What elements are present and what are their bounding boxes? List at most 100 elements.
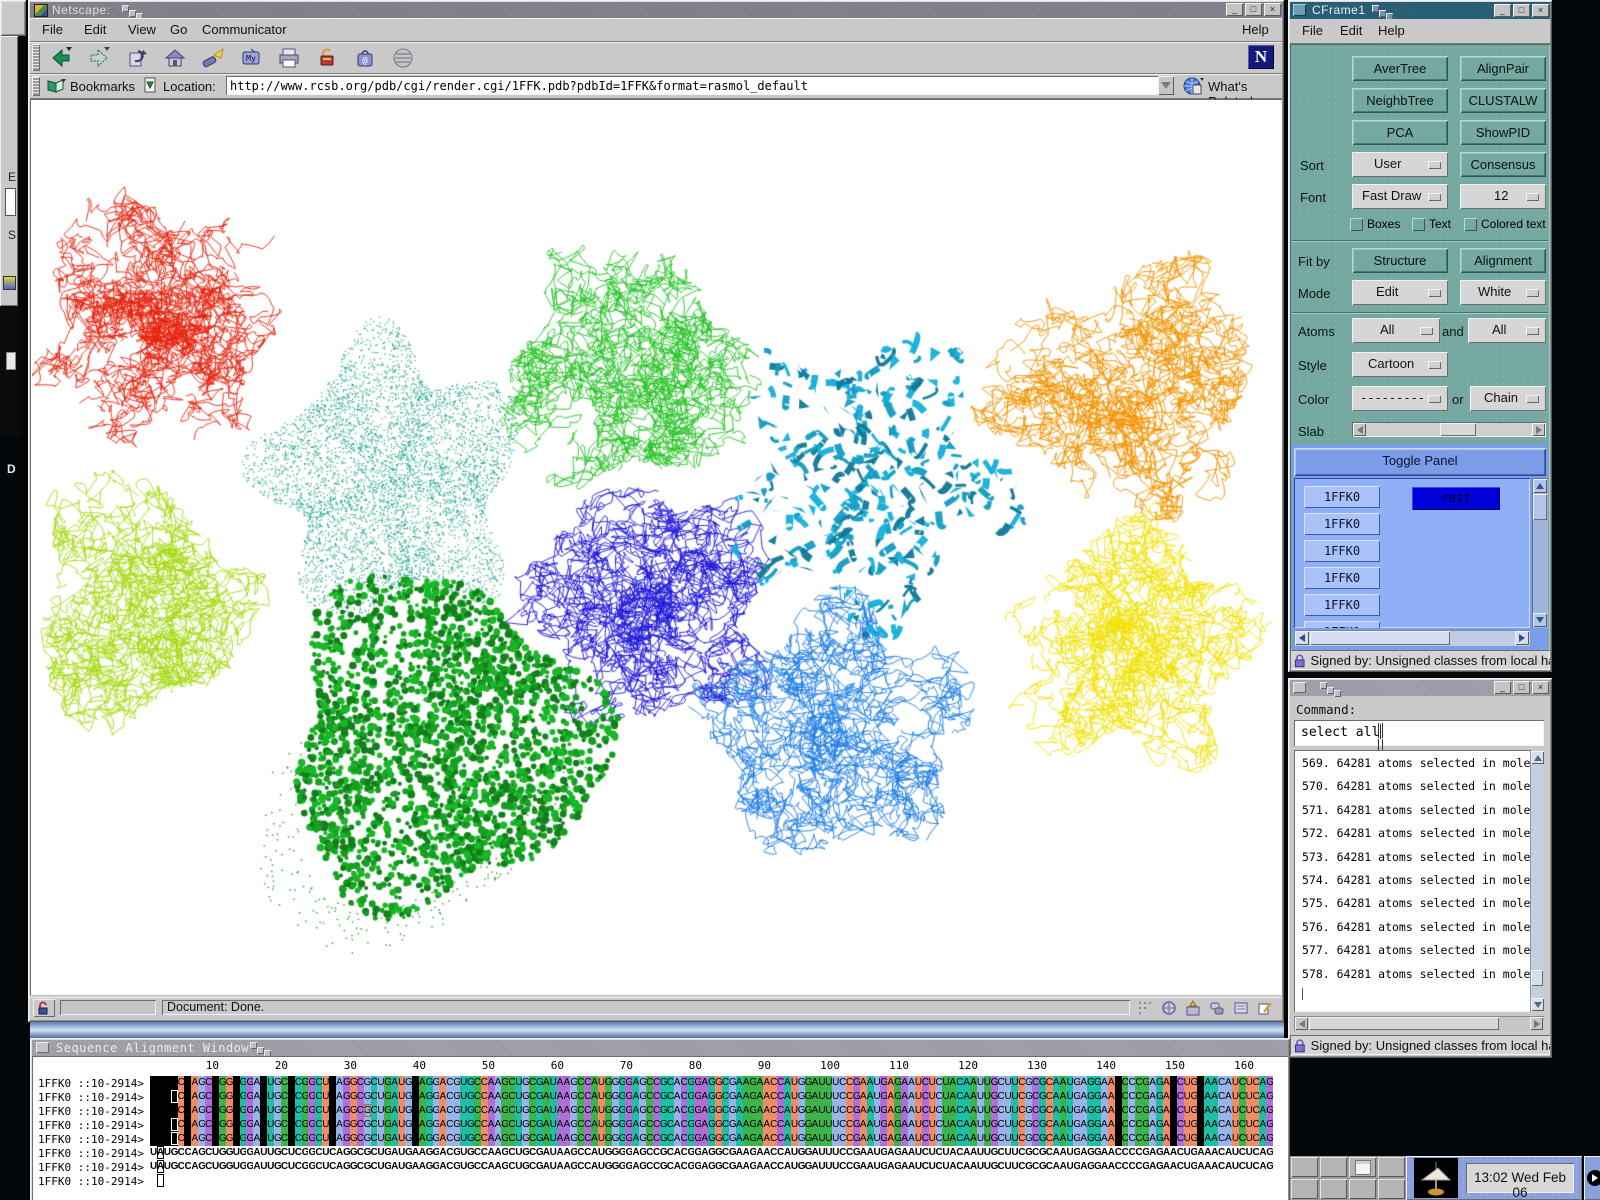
forward-button[interactable] bbox=[82, 44, 116, 72]
slab-right-arrow[interactable] bbox=[1532, 423, 1545, 436]
minimize-button[interactable]: _ bbox=[1494, 681, 1511, 694]
consensus-button[interactable]: Consensus bbox=[1460, 152, 1546, 177]
security-status-button[interactable] bbox=[33, 999, 55, 1017]
composer-button[interactable] bbox=[1256, 1000, 1274, 1016]
sequence-content[interactable]: 102030405060708090100110120130140150160 … bbox=[32, 1056, 1288, 1200]
lamp-applet[interactable] bbox=[1414, 1158, 1458, 1198]
pager-button[interactable] bbox=[1378, 1157, 1405, 1177]
style-dropdown[interactable]: Cartoon bbox=[1352, 352, 1448, 377]
sort-dropdown[interactable]: User bbox=[1352, 152, 1448, 177]
pager-button[interactable] bbox=[1349, 1179, 1376, 1199]
search-button[interactable] bbox=[196, 44, 230, 72]
boxes-checkbox[interactable] bbox=[1350, 218, 1363, 231]
menu-help[interactable]: Help bbox=[1378, 23, 1405, 38]
print-button[interactable] bbox=[272, 44, 306, 72]
rest-button[interactable]: rest bbox=[1412, 487, 1500, 510]
avertree-button[interactable]: AverTree bbox=[1352, 56, 1448, 81]
slab-slider[interactable] bbox=[1352, 422, 1546, 437]
minimize-button[interactable]: _ bbox=[1494, 4, 1511, 17]
bookmarks-icon[interactable] bbox=[46, 77, 66, 94]
toolbar-grip[interactable] bbox=[32, 44, 40, 71]
home-button[interactable] bbox=[158, 44, 192, 72]
command-input[interactable]: select all bbox=[1294, 720, 1544, 746]
minimize-button[interactable]: _ bbox=[1226, 3, 1243, 16]
command-hscrollbar[interactable] bbox=[1294, 1016, 1544, 1031]
panel-item-1ffk0[interactable]: 1FFK0 bbox=[1304, 513, 1380, 535]
menu-edit[interactable]: Edit bbox=[84, 22, 106, 37]
clustalw-button[interactable]: CLUSTALW bbox=[1460, 88, 1546, 113]
sequence-window-titlebar[interactable]: Sequence Alignment Window bbox=[32, 1040, 1288, 1056]
slab-thumb[interactable] bbox=[1440, 423, 1476, 436]
whats-related-icon[interactable] bbox=[1182, 76, 1204, 96]
command-output[interactable]: 569. 64281 atoms selected in molecule 05… bbox=[1294, 750, 1544, 1012]
maximize-button[interactable]: □ bbox=[1245, 3, 1262, 16]
toggle-panel-button[interactable]: Toggle Panel bbox=[1294, 448, 1546, 476]
close-button[interactable]: × bbox=[1532, 4, 1549, 17]
menu-file[interactable]: File bbox=[42, 22, 63, 37]
addressbook-button[interactable] bbox=[1232, 1000, 1250, 1016]
command-titlebar[interactable]: _ □ × bbox=[1290, 680, 1550, 696]
pager-button[interactable] bbox=[1320, 1179, 1347, 1199]
cframe1-titlebar[interactable]: CFrame1 _ □ × bbox=[1290, 2, 1550, 19]
menu-edit[interactable]: Edit bbox=[1340, 23, 1362, 38]
fontsize-dropdown[interactable]: 12 bbox=[1460, 184, 1546, 209]
colored-text-checkbox[interactable] bbox=[1464, 218, 1477, 231]
output-vscrollbar[interactable] bbox=[1530, 750, 1544, 1012]
pager-button[interactable] bbox=[1349, 1157, 1376, 1177]
navigator-button[interactable] bbox=[1160, 1000, 1178, 1016]
color-by-dropdown[interactable]: Chain bbox=[1470, 386, 1546, 411]
location-proxy-icon[interactable] bbox=[143, 77, 157, 94]
panel-hscrollbar[interactable] bbox=[1294, 630, 1530, 646]
panel-item-1ffk0[interactable]: 1FFK0 bbox=[1304, 594, 1380, 616]
color-dropdown[interactable]: --------- bbox=[1352, 386, 1448, 411]
text-checkbox[interactable] bbox=[1412, 218, 1425, 231]
locationbar-grip[interactable] bbox=[32, 76, 40, 96]
pager-button[interactable] bbox=[1291, 1157, 1318, 1177]
alignment-button[interactable]: Alignment bbox=[1460, 248, 1546, 273]
command-hscroll-thumb[interactable] bbox=[1309, 1017, 1499, 1030]
shop-button[interactable]: @ bbox=[348, 44, 382, 72]
back-button[interactable] bbox=[44, 44, 78, 72]
url-dropdown-button[interactable] bbox=[1158, 76, 1174, 95]
showpid-button[interactable]: ShowPID bbox=[1460, 120, 1546, 145]
newsgroups-button[interactable] bbox=[1208, 1000, 1226, 1016]
url-input[interactable]: http://www.rcsb.org/pdb/cgi/render.cgi/1… bbox=[226, 76, 1158, 95]
atoms-dropdown-1[interactable]: All bbox=[1352, 318, 1440, 343]
structure-button[interactable]: Structure bbox=[1352, 248, 1448, 273]
pager-button[interactable] bbox=[1320, 1157, 1347, 1177]
panel-item-1ffk0[interactable]: 1FFK0 bbox=[1304, 486, 1380, 508]
panel-vscroll-thumb[interactable] bbox=[1533, 494, 1547, 520]
pca-button[interactable]: PCA bbox=[1352, 120, 1448, 145]
output-vscroll-thumb[interactable] bbox=[1531, 970, 1543, 986]
close-button[interactable]: × bbox=[1264, 3, 1281, 16]
security-button[interactable] bbox=[310, 44, 344, 72]
netscape-logo[interactable]: N bbox=[1248, 45, 1274, 69]
panel-hscroll-thumb[interactable] bbox=[1310, 631, 1450, 645]
panel-vscrollbar[interactable] bbox=[1532, 478, 1548, 628]
atoms-dropdown-2[interactable]: All bbox=[1468, 318, 1546, 343]
menu-help[interactable]: Help bbox=[1242, 22, 1269, 37]
maximize-button[interactable]: □ bbox=[1513, 681, 1530, 694]
menu-file[interactable]: File bbox=[1302, 23, 1323, 38]
pager-button[interactable] bbox=[1291, 1179, 1318, 1199]
stop-button[interactable] bbox=[386, 44, 420, 72]
molecule-canvas[interactable] bbox=[32, 101, 1280, 993]
netscape-titlebar[interactable]: Netscape: _ □ × bbox=[30, 2, 1282, 18]
mailbox-button[interactable] bbox=[1184, 1000, 1202, 1016]
panel-item-1ffk0[interactable]: 1FFK0 bbox=[1304, 621, 1380, 628]
panel-item-1ffk0[interactable]: 1FFK0 bbox=[1304, 567, 1380, 589]
slab-left-arrow[interactable] bbox=[1353, 423, 1366, 436]
reload-button[interactable] bbox=[120, 44, 154, 72]
menu-go[interactable]: Go bbox=[170, 22, 187, 37]
close-button[interactable]: × bbox=[1532, 681, 1549, 694]
neighbtree-button[interactable]: NeighbTree bbox=[1352, 88, 1448, 113]
maximize-button[interactable]: □ bbox=[1513, 4, 1530, 17]
panel-arrow-button[interactable] bbox=[1587, 1170, 1600, 1186]
panel-item-1ffk0[interactable]: 1FFK0 bbox=[1304, 540, 1380, 562]
mode-dropdown[interactable]: Edit bbox=[1352, 280, 1448, 305]
bookmarks-label[interactable]: Bookmarks bbox=[70, 79, 135, 94]
font-dropdown[interactable]: Fast Draw bbox=[1352, 184, 1448, 209]
pager-button[interactable] bbox=[1378, 1179, 1405, 1199]
menu-view[interactable]: View bbox=[128, 22, 156, 37]
menu-communicator[interactable]: Communicator bbox=[202, 22, 287, 37]
